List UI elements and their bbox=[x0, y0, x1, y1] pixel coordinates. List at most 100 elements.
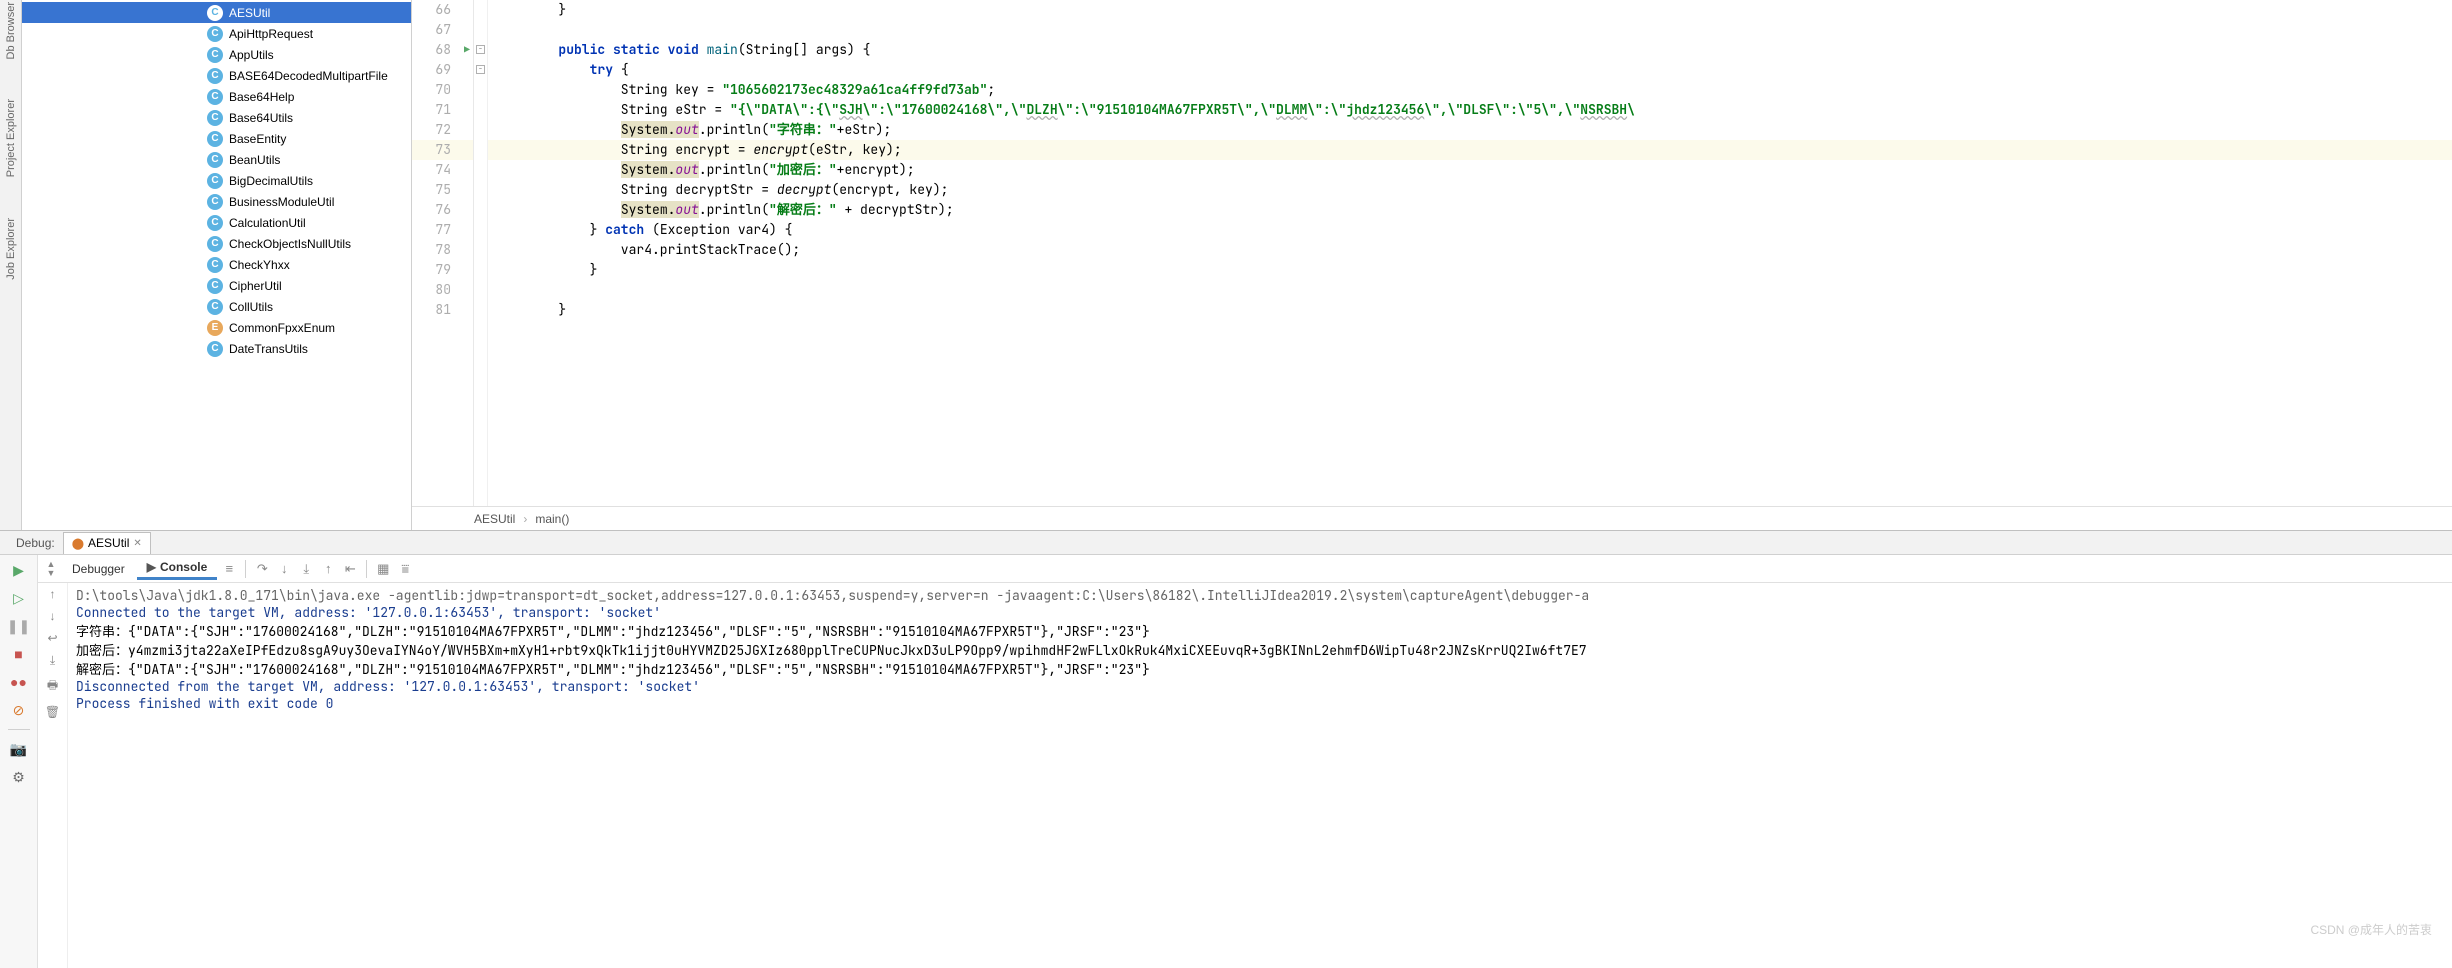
tree-item-BASE64DecodedMultipartFile[interactable]: CBASE64DecodedMultipartFile bbox=[22, 65, 411, 86]
code-line[interactable]: public static void main(String[] args) { bbox=[488, 40, 2452, 60]
up-icon[interactable]: ↑ bbox=[50, 587, 56, 601]
evaluate-icon[interactable]: ⩸ bbox=[395, 559, 415, 579]
code-line[interactable] bbox=[488, 280, 2452, 300]
up-down-icon[interactable]: ▲▼ bbox=[42, 560, 60, 578]
fold-icon[interactable]: − bbox=[476, 45, 485, 54]
console-output[interactable]: D:\tools\Java\jdk1.8.0_171\bin\java.exe … bbox=[68, 583, 2452, 968]
down-icon[interactable]: ↓ bbox=[50, 609, 56, 623]
console-line: Connected to the target VM, address: '12… bbox=[76, 604, 2444, 621]
class-icon: C bbox=[207, 26, 223, 42]
code-line[interactable]: String encrypt = encrypt(eStr, key); bbox=[488, 140, 2452, 160]
class-icon: C bbox=[207, 257, 223, 273]
console-line: Disconnected from the target VM, address… bbox=[76, 678, 2444, 695]
debug-left-toolbar: ▶ ▷ ❚❚ ■ ●● ⊘ 📷 ⚙ bbox=[0, 555, 38, 968]
breadcrumb[interactable]: AESUtil › main() bbox=[412, 506, 2452, 530]
resume-icon[interactable]: ▷ bbox=[10, 589, 28, 607]
class-icon: C bbox=[207, 110, 223, 126]
class-icon: C bbox=[207, 68, 223, 84]
step-out-icon[interactable]: ↑ bbox=[318, 559, 338, 579]
code-line[interactable] bbox=[488, 20, 2452, 40]
code-line[interactable]: System.out.println("解密后：" + decryptStr); bbox=[488, 200, 2452, 220]
tree-item-BaseEntity[interactable]: CBaseEntity bbox=[22, 128, 411, 149]
class-icon: C bbox=[207, 194, 223, 210]
tree-item-CheckObjectIsNullUtils[interactable]: CCheckObjectIsNullUtils bbox=[22, 233, 411, 254]
console-side-toolbar: ↑ ↓ ↩ ⤓ 🖶 🗑 bbox=[38, 583, 68, 968]
settings-icon[interactable]: ⚙ bbox=[10, 768, 28, 786]
tree-item-Base64Help[interactable]: CBase64Help bbox=[22, 86, 411, 107]
code-line[interactable]: try { bbox=[488, 60, 2452, 80]
code-line[interactable]: String key = "1065602173ec48329a61ca4ff9… bbox=[488, 80, 2452, 100]
tree-item-DateTransUtils[interactable]: CDateTransUtils bbox=[22, 338, 411, 359]
console-line: 解密后：{"DATA":{"SJH":"17600024168","DLZH":… bbox=[76, 659, 2444, 678]
force-step-into-icon[interactable]: ⤓ bbox=[296, 559, 316, 579]
close-icon[interactable]: ✕ bbox=[133, 538, 141, 549]
print-icon[interactable]: 🖶 bbox=[47, 676, 58, 697]
console-toolbar: ▲▼ Debugger ▶Console ≡ ↷ ↓ ⤓ ↑ ⇤ ▦ ⩸ bbox=[38, 555, 2452, 583]
gutter: 666768▶69707172737475767778798081 bbox=[412, 0, 474, 506]
class-icon: C bbox=[207, 299, 223, 315]
code-line[interactable]: String decryptStr = decrypt(encrypt, key… bbox=[488, 180, 2452, 200]
code-line[interactable]: var4.printStackTrace(); bbox=[488, 240, 2452, 260]
debug-session-tab[interactable]: ⬤ AESUtil ✕ bbox=[63, 532, 151, 554]
mute-breakpoints-icon[interactable]: ⊘ bbox=[10, 701, 28, 719]
tree-item-CipherUtil[interactable]: CCipherUtil bbox=[22, 275, 411, 296]
class-icon: C bbox=[207, 341, 223, 357]
tree-item-BeanUtils[interactable]: CBeanUtils bbox=[22, 149, 411, 170]
scroll-to-end-icon[interactable]: ⤓ bbox=[50, 653, 55, 668]
tree-item-BigDecimalUtils[interactable]: CBigDecimalUtils bbox=[22, 170, 411, 191]
stop-icon[interactable]: ■ bbox=[10, 645, 28, 663]
console-line: D:\tools\Java\jdk1.8.0_171\bin\java.exe … bbox=[76, 587, 2444, 604]
tool-job-explorer[interactable]: Job Explorer bbox=[5, 218, 17, 280]
class-icon: C bbox=[207, 47, 223, 63]
console-line: 加密后：y4mzmi3jta22aXeIPfEdzu8sgA9uy3OevaIY… bbox=[76, 640, 2444, 659]
code-line[interactable]: } bbox=[488, 0, 2452, 20]
breadcrumb-class[interactable]: AESUtil bbox=[474, 512, 515, 526]
console-line: 字符串：{"DATA":{"SJH":"17600024168","DLZH":… bbox=[76, 621, 2444, 640]
soft-wrap-icon[interactable]: ↩ bbox=[47, 631, 57, 645]
code-line[interactable]: System.out.println("字符串："+eStr); bbox=[488, 120, 2452, 140]
step-over-icon[interactable]: ↷ bbox=[252, 559, 272, 579]
code-line[interactable]: System.out.println("加密后："+encrypt); bbox=[488, 160, 2452, 180]
drop-frame-icon[interactable]: ⇤ bbox=[340, 559, 360, 579]
debug-tab-row: Debug: ⬤ AESUtil ✕ bbox=[0, 531, 2452, 555]
class-icon: C bbox=[207, 236, 223, 252]
tree-item-Base64Utils[interactable]: CBase64Utils bbox=[22, 107, 411, 128]
tool-project-explorer[interactable]: Project Explorer bbox=[5, 99, 17, 177]
rerun-icon[interactable]: ▶ bbox=[10, 561, 28, 579]
debug-label: Debug: bbox=[16, 536, 55, 550]
code-body: 666768▶69707172737475767778798081 −− } p… bbox=[412, 0, 2452, 506]
tree-item-CollUtils[interactable]: CCollUtils bbox=[22, 296, 411, 317]
step-into-icon[interactable]: ↓ bbox=[274, 559, 294, 579]
code-line[interactable]: } bbox=[488, 300, 2452, 320]
fold-icon[interactable]: − bbox=[476, 65, 485, 74]
clear-icon[interactable]: 🗑 bbox=[45, 705, 60, 719]
threads-icon[interactable]: ≡ bbox=[219, 559, 239, 579]
run-to-cursor-icon[interactable]: ▦ bbox=[373, 559, 393, 579]
code-line[interactable]: } catch (Exception var4) { bbox=[488, 220, 2452, 240]
class-icon: E bbox=[207, 320, 223, 336]
run-gutter-icon[interactable]: ▶ bbox=[464, 40, 470, 60]
tree-item-AppUtils[interactable]: CAppUtils bbox=[22, 44, 411, 65]
class-icon: C bbox=[207, 5, 223, 21]
tree-item-ApiHttpRequest[interactable]: CApiHttpRequest bbox=[22, 23, 411, 44]
tool-db-browser[interactable]: Db Browser bbox=[5, 2, 17, 59]
camera-icon[interactable]: 📷 bbox=[10, 740, 28, 758]
breadcrumb-method[interactable]: main() bbox=[535, 512, 569, 526]
tree-item-CommonFpxxEnum[interactable]: ECommonFpxxEnum bbox=[22, 317, 411, 338]
code-lines[interactable]: } public static void main(String[] args)… bbox=[488, 0, 2452, 506]
code-line[interactable]: } bbox=[488, 260, 2452, 280]
watermark: CSDN @成年人的苦衷 bbox=[2310, 921, 2432, 938]
tree-item-CheckYhxx[interactable]: CCheckYhxx bbox=[22, 254, 411, 275]
pause-icon[interactable]: ❚❚ bbox=[10, 617, 28, 635]
code-line[interactable]: String eStr = "{\"DATA\":{\"SJH\":\"1760… bbox=[488, 100, 2452, 120]
tree-item-AESUtil[interactable]: CAESUtil bbox=[22, 2, 411, 23]
tab-debugger[interactable]: Debugger bbox=[62, 559, 135, 579]
tab-console[interactable]: ▶Console bbox=[137, 557, 218, 580]
fold-strip[interactable]: −− bbox=[474, 0, 488, 506]
class-icon: C bbox=[207, 173, 223, 189]
breakpoints-icon[interactable]: ●● bbox=[10, 673, 28, 691]
tree-item-BusinessModuleUtil[interactable]: CBusinessModuleUtil bbox=[22, 191, 411, 212]
class-icon: C bbox=[207, 152, 223, 168]
tree-item-CalculationUtil[interactable]: CCalculationUtil bbox=[22, 212, 411, 233]
project-tree[interactable]: CAESUtilCApiHttpRequestCAppUtilsCBASE64D… bbox=[22, 0, 412, 530]
